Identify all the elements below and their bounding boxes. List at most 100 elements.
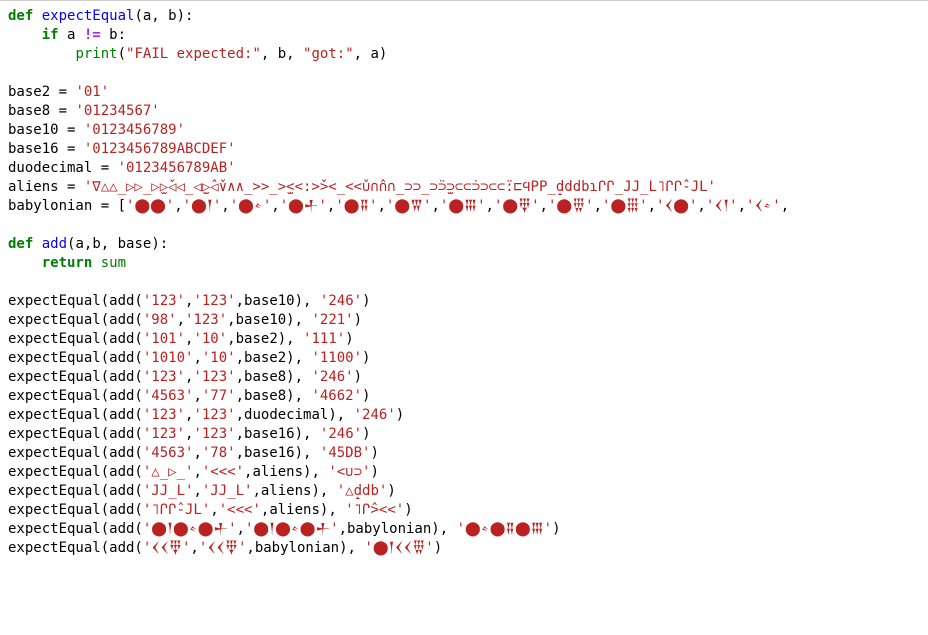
string: '01'	[75, 84, 109, 100]
string: '246'	[311, 369, 353, 385]
string: '123'	[143, 293, 185, 309]
list-items: '⬤⬤','⬤𒑰','⬤𒑊','⬤𒑏','⬤𒐉','⬤𒐊','⬤𒐋','⬤𒑂',…	[126, 198, 781, 214]
comma: ,	[221, 198, 229, 214]
comma: ,	[431, 198, 439, 214]
call-pre: expectEqual(add(	[8, 540, 143, 556]
call-pre: expectEqual(add(	[8, 293, 143, 309]
string: "got:"	[303, 46, 354, 62]
comma: ,	[738, 198, 746, 214]
string: '∇△△̲▷▷̲▷̫▷̌◁◁̲◁̫▷̂◁̌∨∧∧̲>>̲>̫<<:>̌><̲<<…	[84, 179, 716, 195]
string: '⬤𒑊⬤𒐉⬤𒐋'	[457, 521, 553, 537]
cond-right: b:	[101, 27, 126, 43]
call-post: )	[370, 445, 378, 461]
string: '4662'	[311, 388, 362, 404]
string: '221'	[311, 312, 353, 328]
string: '⬤𒑆'	[602, 198, 648, 214]
string: '⬤𒑊'	[230, 198, 272, 214]
call-pre: expectEqual(add(	[8, 521, 143, 537]
string: 'JJ̲L'	[143, 483, 194, 499]
string: '⬤𒐊'	[386, 198, 432, 214]
call-mid: ,aliens),	[252, 483, 336, 499]
call-post: )	[404, 502, 412, 518]
cond-left: a	[59, 27, 84, 43]
call-mid: ,aliens),	[261, 502, 345, 518]
comma: ,	[540, 198, 548, 214]
string: '0123456789ABCDEF'	[84, 141, 236, 157]
comma: ,	[377, 198, 385, 214]
code-block[interactable]: def expectEqual(a, b): if a != b: print(…	[8, 7, 920, 558]
string: '123'	[185, 312, 227, 328]
string: '123'	[193, 426, 235, 442]
assign-lhs: base10 =	[8, 122, 84, 138]
comma: ,	[486, 198, 494, 214]
call-post: )	[434, 540, 442, 556]
comma: ,	[697, 198, 705, 214]
call-post: )	[362, 350, 370, 366]
call-pre: expectEqual(add(	[8, 483, 143, 499]
string: '77'	[202, 388, 236, 404]
keyword-if: if	[42, 27, 59, 43]
string: 'JJ̲L'	[202, 483, 253, 499]
list-tail: ,	[781, 198, 789, 214]
call-pre: expectEqual(add(	[8, 312, 143, 328]
call-mid: ,aliens),	[244, 464, 328, 480]
keyword-return: return	[42, 255, 93, 271]
call-mid: ,base16),	[236, 426, 320, 442]
string: '𒌋⬤'	[656, 198, 697, 214]
string: '45DB'	[320, 445, 371, 461]
assign-lhs: base2 =	[8, 84, 75, 100]
call-line: expectEqual(add('123','123',base8), '246…	[8, 369, 362, 385]
operator-ne: !=	[84, 27, 101, 43]
assign-lhs: duodecimal =	[8, 160, 118, 176]
string: '123'	[193, 369, 235, 385]
string: '123'	[143, 426, 185, 442]
comma: ,	[193, 388, 201, 404]
comma: ,	[271, 198, 279, 214]
assign-lhs: aliens =	[8, 179, 84, 195]
string: '101'	[143, 331, 185, 347]
call-mid: ,base16),	[236, 445, 320, 461]
string: '⬤𒑰⬤𒑊⬤𒑏'	[143, 521, 237, 537]
string: '246'	[354, 407, 396, 423]
comma: ,	[648, 198, 656, 214]
string: '𒌋𒌋𒑂'	[199, 540, 247, 556]
func-name: add	[42, 236, 67, 252]
string: '4563'	[143, 445, 194, 461]
code-cell[interactable]: def expectEqual(a, b): if a != b: print(…	[0, 0, 928, 568]
string: '⬤𒑂'	[494, 198, 540, 214]
call-post: )	[345, 331, 353, 347]
string: '10'	[193, 331, 227, 347]
call-line: expectEqual(add('4563','77',base8), '466…	[8, 388, 370, 404]
comma: ,	[190, 540, 198, 556]
string: '<<<'	[202, 464, 244, 480]
call-line: expectEqual(add('123','123',base16), '24…	[8, 426, 371, 442]
string: '𒌋𒌋𒑂'	[143, 540, 191, 556]
string: '⬤𒑏'	[280, 198, 327, 214]
string: '78'	[202, 445, 236, 461]
string: '<<<'	[219, 502, 261, 518]
string: '△d̝db'	[337, 483, 388, 499]
call-post: )	[552, 521, 560, 537]
keyword-def: def	[8, 236, 33, 252]
call-pre: expectEqual(add(	[8, 388, 143, 404]
comma: ,	[210, 502, 218, 518]
string: '<∪⊃'	[328, 464, 370, 480]
call-pre: expectEqual(add(	[8, 369, 143, 385]
string: '⬤𒑄'	[548, 198, 594, 214]
call-post: )	[362, 426, 370, 442]
call-mid: ,base8),	[236, 388, 312, 404]
string: '1100'	[311, 350, 362, 366]
string: '123'	[193, 407, 235, 423]
assign-lhs: babylonian = [	[8, 198, 126, 214]
builtin-print: print	[75, 46, 117, 62]
string: '𒌋𒑊'	[746, 198, 781, 214]
string: '0123456789AB'	[118, 160, 236, 176]
comma: ,	[177, 312, 185, 328]
string: '123'	[193, 293, 235, 309]
string: '˥Ր̂><<'	[345, 502, 404, 518]
string: '⬤𒐉'	[335, 198, 377, 214]
paren: (	[118, 46, 126, 62]
call-line: expectEqual(add('98','123',base10), '221…	[8, 312, 362, 328]
args: , b,	[261, 46, 303, 62]
call-mid: ,base10),	[236, 293, 320, 309]
